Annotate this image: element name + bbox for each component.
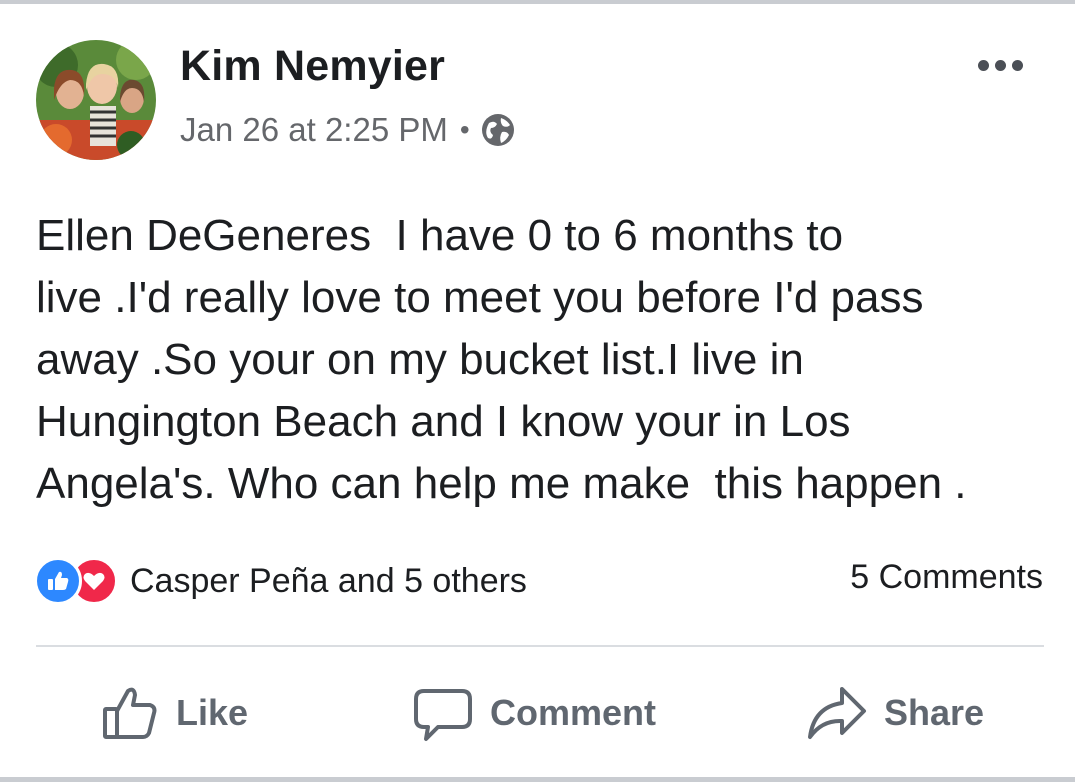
bottom-border: [0, 777, 1075, 782]
meta-separator: •: [459, 114, 470, 145]
author-name[interactable]: Kim Nemyier: [180, 42, 445, 91]
comment-label: Comment: [490, 692, 657, 733]
like-label: Like: [176, 692, 249, 733]
top-border: [0, 0, 1075, 4]
thumbs-up-icon: [103, 687, 157, 739]
more-dots-icon: [977, 59, 989, 71]
globe-icon[interactable]: [480, 112, 516, 148]
reaction-names[interactable]: Casper Peña and 5 others: [130, 562, 527, 601]
post-text-line: Hungington Beach and I know your in Los: [36, 397, 851, 446]
post-meta: Jan 26 at 2:25 PM •: [180, 110, 516, 150]
share-label: Share: [884, 692, 985, 733]
post-card: Kim Nemyier Jan 26 at 2:25 PM • Ellen De…: [0, 0, 1075, 782]
post-text-line: Angela's. Who can help me make this happ…: [36, 459, 967, 508]
comment-button[interactable]: Comment: [412, 680, 656, 746]
share-arrow-icon: [808, 687, 866, 739]
more-dot: [994, 59, 1006, 71]
reactions-summary[interactable]: Casper Peña and 5 others: [34, 556, 527, 606]
comments-count[interactable]: 5 Comments: [850, 558, 1043, 597]
post-timestamp[interactable]: Jan 26 at 2:25 PM: [180, 111, 448, 149]
post-text: Ellen DeGeneres I have 0 to 6 months to …: [36, 205, 1046, 515]
post-text-line: away .So your on my bucket list.I live i…: [36, 335, 804, 384]
like-button[interactable]: Like: [100, 680, 248, 746]
like-reaction-icon: [34, 557, 82, 605]
more-options-button[interactable]: [970, 52, 1030, 78]
avatar[interactable]: [36, 40, 156, 160]
post-text-line: Ellen DeGeneres I have 0 to 6 months to: [36, 211, 844, 260]
avatar-photo: [36, 40, 156, 160]
post-text-line: live .I'd really love to meet you before…: [36, 273, 924, 322]
comment-bubble-icon: [414, 689, 472, 741]
share-button[interactable]: Share: [806, 680, 984, 746]
more-dot: [1011, 59, 1023, 71]
divider: [36, 645, 1044, 647]
